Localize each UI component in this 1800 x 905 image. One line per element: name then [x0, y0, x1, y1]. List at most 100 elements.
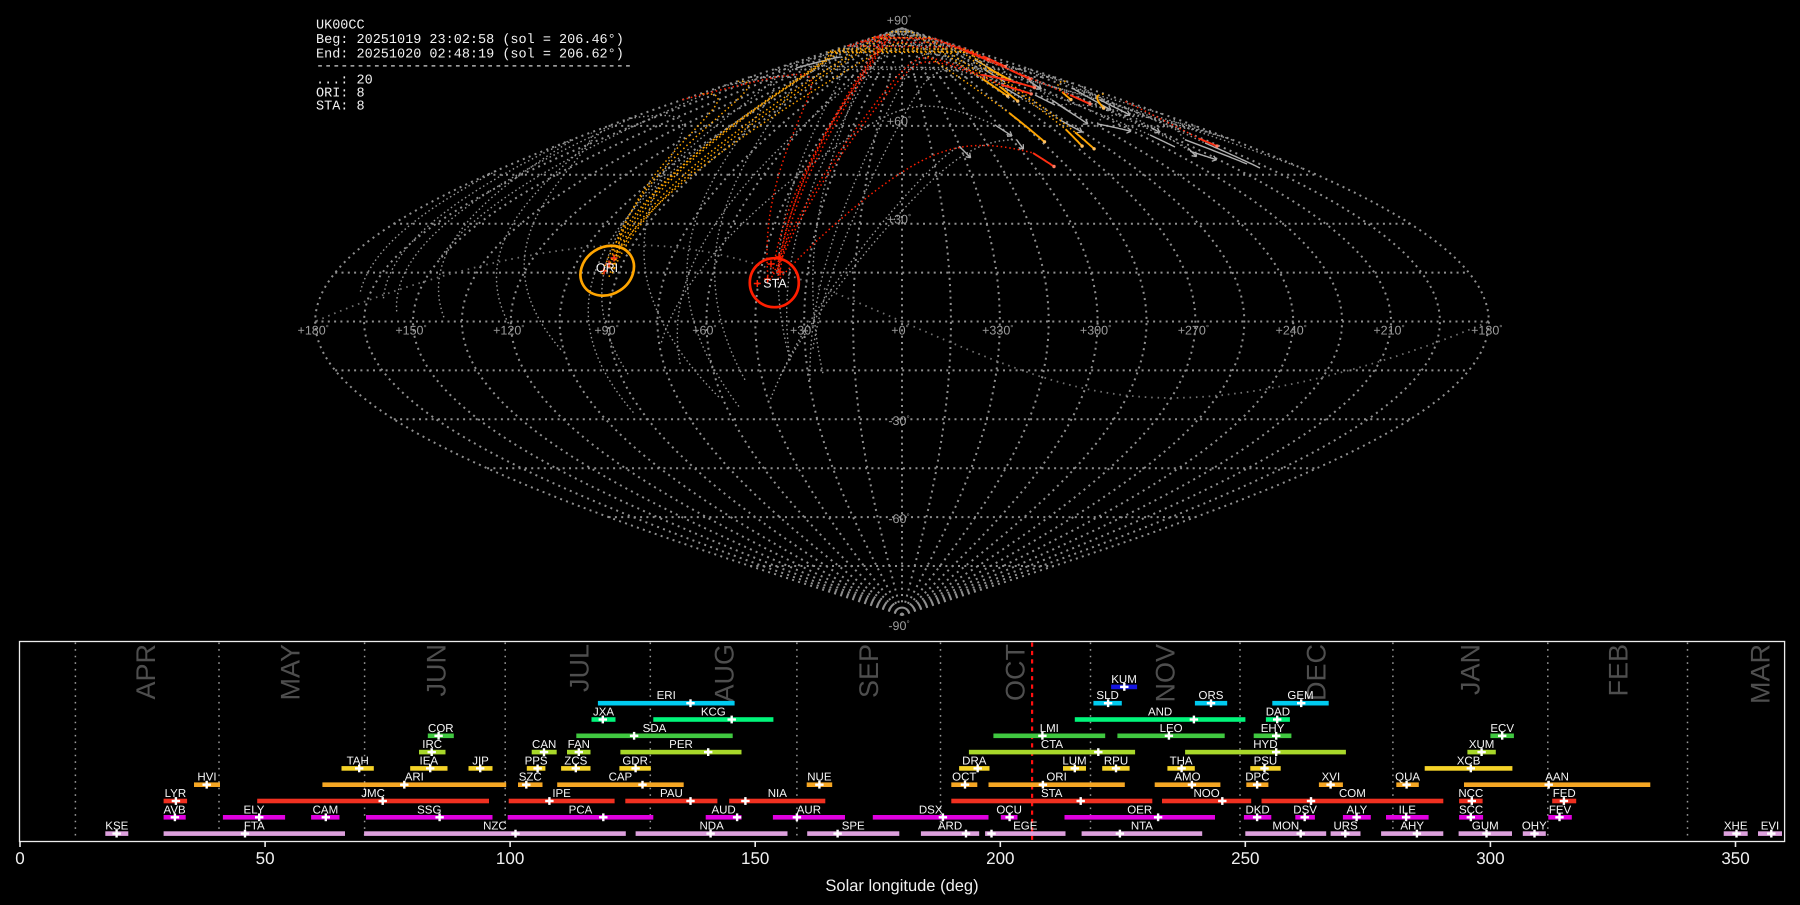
- svg-text:IRC: IRC: [422, 739, 442, 751]
- svg-text:SLD: SLD: [1096, 690, 1118, 702]
- svg-text:DKD: DKD: [1245, 804, 1269, 816]
- svg-text:------------------------------: ---------------------------------------: [316, 60, 632, 75]
- svg-text:300: 300: [1476, 849, 1504, 868]
- svg-text:HYD: HYD: [1253, 739, 1277, 751]
- svg-text:Beg: 20251019 23:02:58 (sol =: Beg: 20251019 23:02:58 (sol = 206.46°): [316, 33, 624, 48]
- svg-text:ALY: ALY: [1346, 804, 1367, 816]
- svg-text:IEA: IEA: [420, 755, 439, 767]
- svg-text:TAH: TAH: [347, 755, 369, 767]
- svg-text:200: 200: [986, 849, 1014, 868]
- svg-text:ERI: ERI: [657, 690, 676, 702]
- svg-text:FED: FED: [1553, 788, 1576, 800]
- svg-text:+330°: +330°: [982, 324, 1013, 338]
- svg-text:+150°: +150°: [395, 324, 426, 338]
- svg-text:GUM: GUM: [1472, 821, 1499, 833]
- svg-text:AND: AND: [1148, 707, 1172, 719]
- svg-text:STA: STA: [763, 277, 787, 291]
- svg-text:JXA: JXA: [593, 707, 614, 719]
- svg-text:DSX: DSX: [919, 804, 943, 816]
- svg-text:THA: THA: [1170, 755, 1193, 767]
- svg-text:ARI: ARI: [405, 772, 424, 784]
- svg-text:150: 150: [741, 849, 769, 868]
- svg-text:ZCS: ZCS: [564, 755, 587, 767]
- svg-text:PCA: PCA: [569, 804, 593, 816]
- svg-text:GEM: GEM: [1287, 690, 1313, 702]
- svg-text:SPE: SPE: [842, 821, 865, 833]
- svg-text:KCG: KCG: [701, 707, 726, 719]
- svg-text:ARD: ARD: [938, 821, 962, 833]
- svg-text:JAN: JAN: [1455, 644, 1485, 695]
- svg-text:+180°: +180°: [298, 324, 329, 338]
- svg-text:ORS: ORS: [1199, 690, 1224, 702]
- svg-text:+60°: +60°: [887, 115, 911, 129]
- svg-text:LUM: LUM: [1062, 755, 1086, 767]
- svg-text:SEP: SEP: [854, 644, 884, 698]
- svg-text:COR: COR: [428, 723, 454, 735]
- svg-text:SSG: SSG: [417, 804, 441, 816]
- svg-text:AUR: AUR: [797, 804, 821, 816]
- svg-text:LMI: LMI: [1040, 723, 1059, 735]
- svg-text:GDR: GDR: [622, 755, 648, 767]
- svg-text:NTA: NTA: [1131, 821, 1153, 833]
- svg-text:XHE: XHE: [1724, 821, 1748, 833]
- svg-text:OCU: OCU: [996, 804, 1022, 816]
- svg-text:+60°: +60°: [692, 324, 716, 338]
- svg-text:OER: OER: [1127, 804, 1152, 816]
- svg-text:NIA: NIA: [768, 788, 788, 800]
- svg-text:ECV: ECV: [1490, 723, 1514, 735]
- svg-text:+180°: +180°: [1471, 324, 1502, 338]
- svg-text:COM: COM: [1339, 788, 1366, 800]
- svg-text:ORI: ORI: [1046, 772, 1066, 784]
- svg-text:AUG: AUG: [709, 644, 739, 703]
- svg-text:+300°: +300°: [1080, 324, 1111, 338]
- svg-text:FAN: FAN: [568, 739, 590, 751]
- svg-text:DSV: DSV: [1293, 804, 1317, 816]
- svg-text:CAN: CAN: [532, 739, 556, 751]
- svg-text:MAY: MAY: [276, 644, 306, 701]
- svg-text:STA: STA: [1041, 788, 1063, 800]
- svg-text:ILE: ILE: [1399, 804, 1417, 816]
- svg-text:100: 100: [496, 849, 524, 868]
- svg-text:HVI: HVI: [197, 772, 216, 784]
- svg-text:STA: 8: STA: 8: [316, 100, 365, 115]
- svg-text:FTA: FTA: [244, 821, 265, 833]
- svg-text:UK00CC: UK00CC: [316, 19, 365, 34]
- svg-text:SDA: SDA: [643, 723, 667, 735]
- svg-text:JIP: JIP: [472, 755, 489, 767]
- svg-text:250: 250: [1231, 849, 1259, 868]
- svg-text:CAM: CAM: [313, 804, 339, 816]
- svg-text:50: 50: [256, 849, 275, 868]
- svg-text:SCC: SCC: [1459, 804, 1483, 816]
- svg-text:FEB: FEB: [1603, 644, 1633, 697]
- svg-text:AVB: AVB: [164, 804, 186, 816]
- svg-text:KSE: KSE: [105, 821, 128, 833]
- svg-text:OCT: OCT: [1001, 644, 1031, 701]
- svg-text:NOV: NOV: [1151, 644, 1181, 703]
- svg-text:+270°: +270°: [1178, 324, 1209, 338]
- svg-text:+210°: +210°: [1373, 324, 1404, 338]
- svg-text:EVI: EVI: [1761, 821, 1780, 833]
- svg-text:JUL: JUL: [564, 644, 594, 692]
- svg-text:PER: PER: [669, 739, 693, 751]
- svg-text:OCT: OCT: [952, 772, 976, 784]
- svg-text:AMO: AMO: [1174, 772, 1200, 784]
- svg-text:DRA: DRA: [962, 755, 987, 767]
- svg-text:CAP: CAP: [609, 772, 633, 784]
- svg-text:FEV: FEV: [1549, 804, 1572, 816]
- svg-text:EGE: EGE: [1013, 821, 1038, 833]
- svg-text:+30°: +30°: [887, 213, 911, 227]
- svg-text:QUA: QUA: [1395, 772, 1420, 784]
- svg-text:XCB: XCB: [1457, 755, 1481, 767]
- svg-text:NCC: NCC: [1458, 788, 1483, 800]
- svg-text:CTA: CTA: [1041, 739, 1063, 751]
- svg-text:+90°: +90°: [594, 324, 618, 338]
- svg-text:+90°: +90°: [887, 14, 911, 28]
- svg-text:+240°: +240°: [1276, 324, 1307, 338]
- svg-text:OHY: OHY: [1522, 821, 1547, 833]
- svg-text:NUE: NUE: [807, 772, 832, 784]
- svg-text:ORI: ORI: [596, 261, 618, 275]
- svg-text:JUN: JUN: [422, 644, 452, 697]
- svg-text:XVI: XVI: [1322, 772, 1341, 784]
- svg-text:MAR: MAR: [1746, 644, 1776, 704]
- svg-text:RPU: RPU: [1104, 755, 1128, 767]
